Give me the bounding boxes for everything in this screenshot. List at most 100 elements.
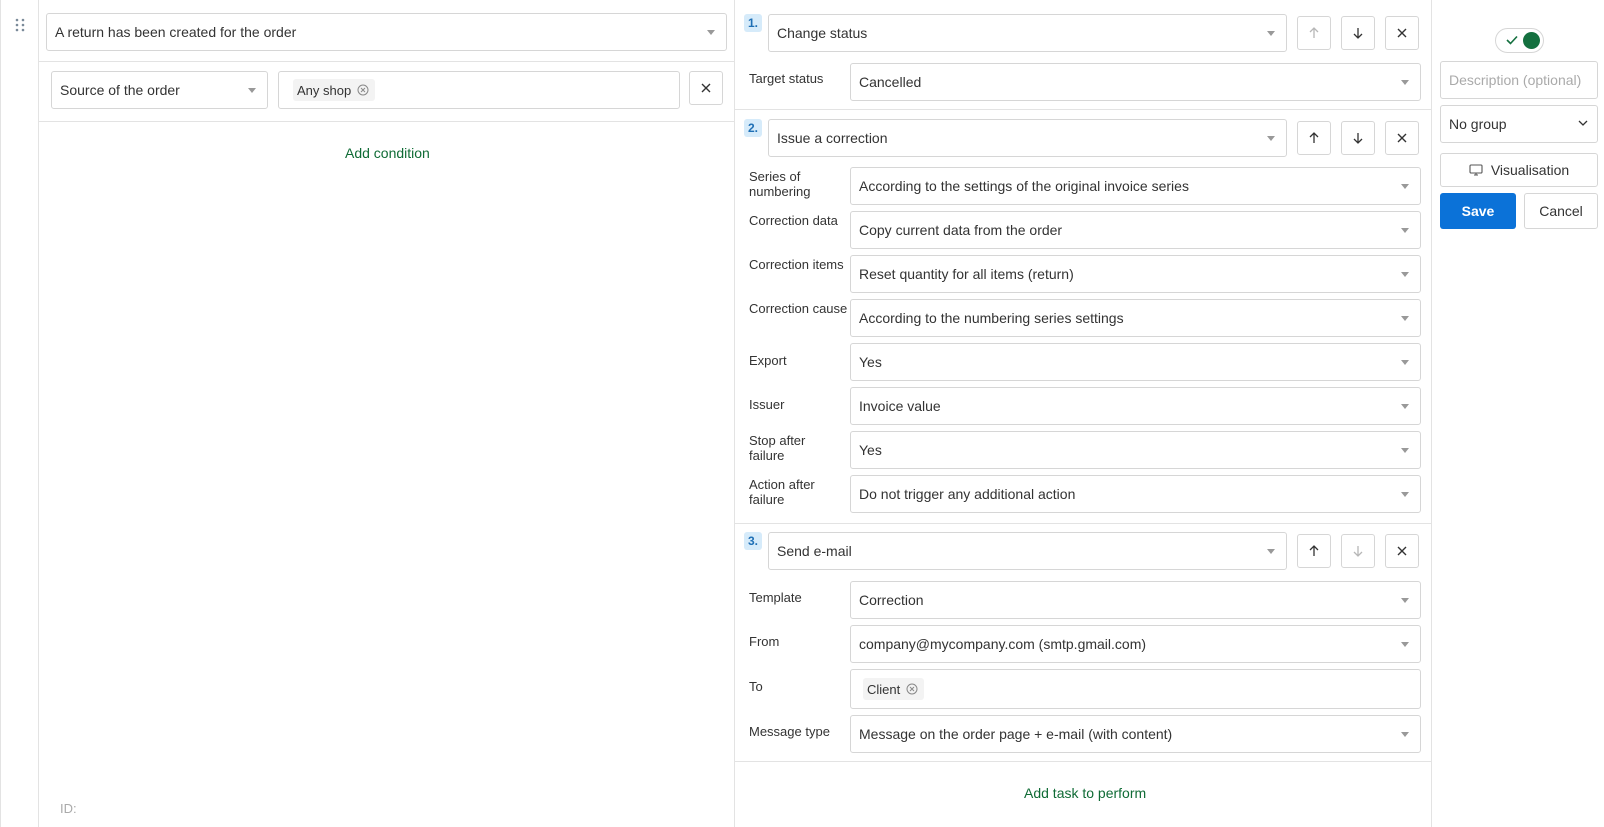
stop-after-failure-select[interactable]: Yes [850, 431, 1421, 469]
divider [39, 121, 735, 122]
save-button[interactable]: Save [1440, 193, 1516, 229]
recipient-tag-label: Client [867, 681, 901, 697]
caret-down-icon [1401, 492, 1409, 497]
field-value: According to the numbering series settin… [859, 310, 1124, 326]
field-label: Action after failure [749, 477, 815, 507]
close-icon [1397, 546, 1407, 556]
field-label: Template [749, 590, 802, 605]
trigger-select[interactable]: A return has been created for the order [46, 13, 727, 51]
arrow-down-icon [1353, 546, 1363, 557]
condition-tag-label: Any shop [297, 82, 352, 98]
correction-data-select[interactable]: Copy current data from the order [850, 211, 1421, 249]
remove-condition-button[interactable] [689, 71, 723, 105]
caret-down-icon [1267, 136, 1275, 141]
step-number: 1. [744, 14, 762, 32]
caret-down-icon [1267, 31, 1275, 36]
task-action-select[interactable]: Issue a correction [768, 119, 1287, 157]
move-down-button[interactable] [1341, 121, 1375, 155]
caret-down-icon [1267, 549, 1275, 554]
remove-task-button[interactable] [1385, 16, 1419, 50]
group-select[interactable]: No group [1440, 105, 1598, 143]
field-label: From [749, 634, 780, 649]
tasks-panel: 1. Change status Target status Cancelled… [735, 0, 1432, 827]
field-label: Correction cause [749, 301, 848, 316]
monitor-icon [1469, 164, 1483, 176]
move-down-button[interactable] [1341, 16, 1375, 50]
divider [39, 61, 735, 62]
field-value: Reset quantity for all items (return) [859, 266, 1074, 282]
arrow-up-icon [1309, 132, 1319, 143]
template-select[interactable]: Correction [850, 581, 1421, 619]
target-status-select[interactable]: Cancelled [850, 63, 1421, 101]
condition-tag: Any shop [293, 79, 376, 101]
field-value: Yes [859, 354, 882, 370]
chevron-down-icon [1578, 120, 1588, 126]
trigger-select-value: A return has been created for the order [55, 24, 297, 40]
caret-down-icon [248, 88, 256, 93]
close-icon [1397, 133, 1407, 143]
caret-down-icon [1401, 80, 1409, 85]
field-value: company@mycompany.com (smtp.gmail.com) [859, 636, 1147, 652]
arrow-down-icon [1353, 133, 1363, 144]
caret-down-icon [1401, 448, 1409, 453]
field-value: Invoice value [859, 398, 941, 414]
field-label: Series of numbering [749, 169, 811, 199]
field-value: Do not trigger any additional action [859, 486, 1076, 502]
active-toggle[interactable] [1495, 28, 1544, 53]
divider [735, 523, 1432, 524]
move-up-button[interactable] [1297, 534, 1331, 568]
description-input[interactable] [1440, 61, 1598, 99]
tag-remove-icon[interactable] [906, 683, 918, 695]
drag-handle-icon[interactable] [14, 17, 26, 33]
caret-down-icon [1401, 642, 1409, 647]
remove-task-button[interactable] [1385, 121, 1419, 155]
export-select[interactable]: Yes [850, 343, 1421, 381]
visualisation-button[interactable]: Visualisation [1440, 153, 1598, 187]
remove-task-button[interactable] [1385, 534, 1419, 568]
visualisation-label: Visualisation [1490, 162, 1570, 178]
close-icon [701, 83, 711, 93]
tag-remove-icon[interactable] [357, 84, 369, 96]
from-select[interactable]: company@mycompany.com (smtp.gmail.com) [850, 625, 1421, 663]
numbering-series-select[interactable]: According to the settings of the origina… [850, 167, 1421, 205]
arrow-up-icon [1309, 27, 1319, 38]
message-type-select[interactable]: Message on the order page + e-mail (with… [850, 715, 1421, 753]
field-label: Target status [749, 71, 824, 86]
task-action-value: Change status [777, 25, 868, 41]
issuer-select[interactable]: Invoice value [850, 387, 1421, 425]
correction-cause-select[interactable]: According to the numbering series settin… [850, 299, 1421, 337]
arrow-down-icon [1353, 28, 1363, 39]
move-down-button[interactable] [1341, 534, 1375, 568]
field-value: Copy current data from the order [859, 222, 1063, 238]
caret-down-icon [1401, 184, 1409, 189]
step-number: 3. [744, 532, 762, 550]
arrow-up-icon [1309, 545, 1319, 556]
id-label: ID: [60, 801, 77, 816]
add-condition-link[interactable]: Add condition [345, 145, 430, 161]
field-label: To [749, 679, 763, 694]
divider [735, 109, 1432, 110]
cancel-button[interactable]: Cancel [1524, 193, 1598, 229]
recipient-select[interactable]: Client [850, 669, 1421, 709]
move-up-button[interactable] [1297, 121, 1331, 155]
condition-value-select[interactable]: Any shop [278, 71, 680, 109]
caret-down-icon [1401, 732, 1409, 737]
field-label: Stop after failure [749, 433, 806, 463]
task-action-select[interactable]: Send e-mail [768, 532, 1287, 570]
action-after-failure-select[interactable]: Do not trigger any additional action [850, 475, 1421, 513]
correction-items-select[interactable]: Reset quantity for all items (return) [850, 255, 1421, 293]
field-value: Cancelled [859, 74, 922, 90]
field-value: Message on the order page + e-mail (with… [859, 726, 1173, 742]
field-label: Correction items [749, 257, 844, 272]
caret-down-icon [1401, 272, 1409, 277]
move-up-button[interactable] [1297, 16, 1331, 50]
caret-down-icon [707, 30, 715, 35]
caret-down-icon [1401, 316, 1409, 321]
group-select-value: No group [1449, 116, 1507, 132]
condition-field-select[interactable]: Source of the order [51, 71, 268, 109]
add-task-link[interactable]: Add task to perform [1024, 785, 1146, 801]
task-action-select[interactable]: Change status [768, 14, 1287, 52]
caret-down-icon [1401, 404, 1409, 409]
field-label: Correction data [749, 213, 838, 228]
drag-column [0, 0, 39, 827]
